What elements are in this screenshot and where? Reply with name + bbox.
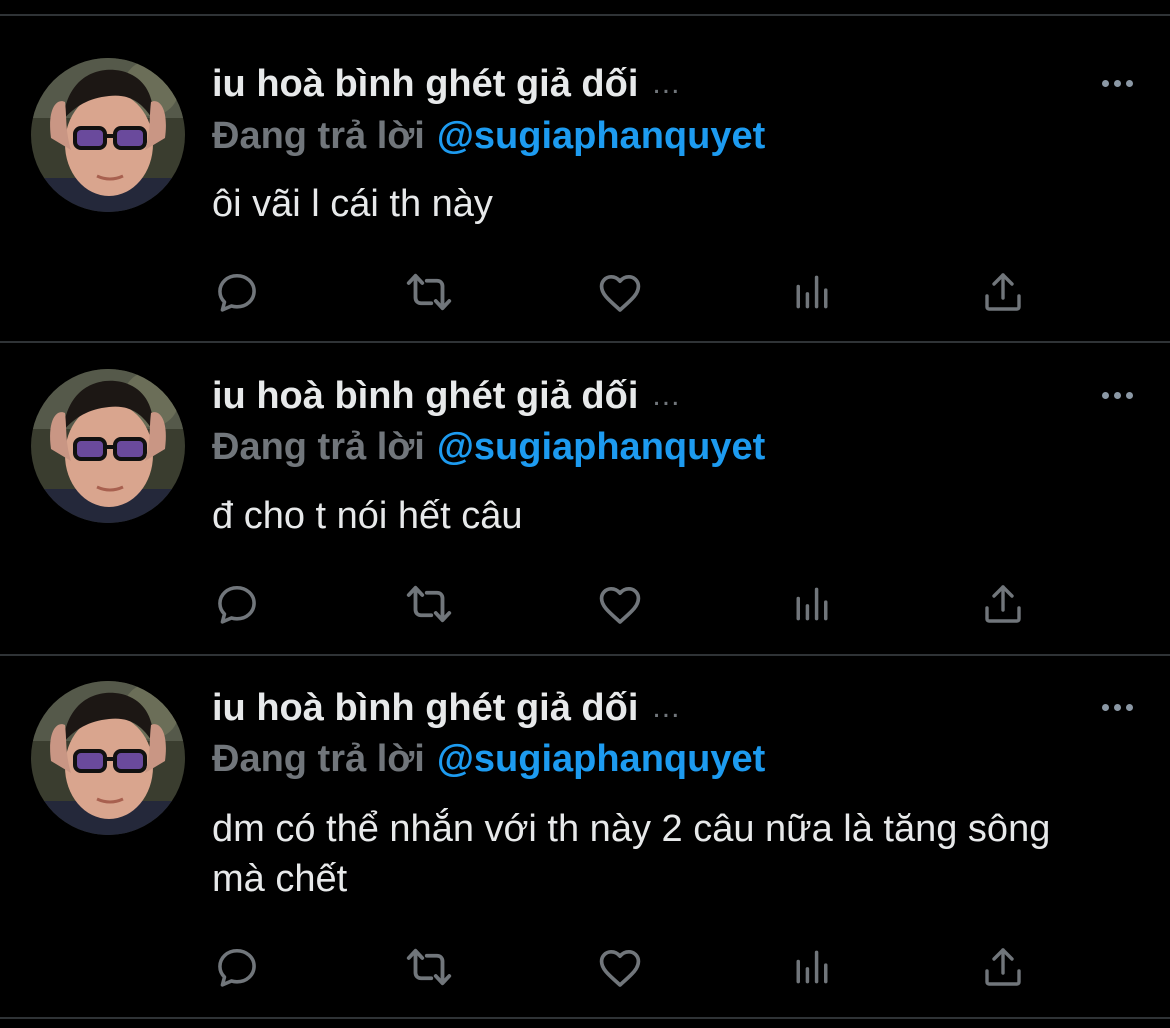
more-icon-dot bbox=[1125, 79, 1133, 87]
heart-icon bbox=[594, 578, 646, 630]
retweet-button[interactable] bbox=[401, 576, 457, 632]
retweet-icon bbox=[402, 940, 456, 994]
retweet-button[interactable] bbox=[401, 939, 457, 995]
reply-icon bbox=[212, 579, 262, 629]
tweet-divider bbox=[0, 1017, 1170, 1019]
views-icon bbox=[790, 945, 834, 989]
more-options-button[interactable] bbox=[1094, 68, 1140, 98]
more-icon-dot bbox=[1113, 391, 1121, 399]
views-button[interactable] bbox=[784, 264, 840, 320]
name-ellipsis: ... bbox=[652, 691, 681, 724]
author-name[interactable]: iu hoà bình ghét giả dối bbox=[212, 375, 638, 418]
name-ellipsis: ... bbox=[652, 379, 681, 412]
heart-icon bbox=[594, 941, 646, 993]
author-row: iu hoà bình ghét giả dối ... bbox=[212, 371, 680, 421]
action-bar bbox=[212, 576, 1042, 632]
avatar[interactable] bbox=[31, 58, 185, 212]
retweet-icon bbox=[402, 577, 456, 631]
avatar-photo bbox=[31, 369, 185, 523]
heart-icon bbox=[594, 266, 646, 318]
tweet-text: đ cho t nói hết câu bbox=[212, 495, 523, 537]
tweet-text: ôi vãi l cái th này bbox=[212, 183, 493, 225]
tweet-text: dm có thể nhắn với th này 2 câu nữa là t… bbox=[212, 808, 1051, 900]
reply-button[interactable] bbox=[209, 576, 265, 632]
share-button[interactable] bbox=[975, 939, 1031, 995]
replying-to-label: Đang trả lời bbox=[212, 114, 425, 157]
share-button[interactable] bbox=[975, 264, 1031, 320]
replying-to: Đang trả lời @sugiaphanquyet bbox=[212, 422, 765, 472]
like-button[interactable] bbox=[592, 939, 648, 995]
reply-icon bbox=[212, 267, 262, 317]
share-icon bbox=[979, 580, 1027, 628]
more-icon-dot bbox=[1125, 391, 1133, 399]
views-button[interactable] bbox=[784, 939, 840, 995]
share-icon bbox=[979, 268, 1027, 316]
retweet-button[interactable] bbox=[401, 264, 457, 320]
views-button[interactable] bbox=[784, 576, 840, 632]
reply-icon bbox=[212, 942, 262, 992]
more-icon bbox=[1101, 391, 1109, 399]
like-button[interactable] bbox=[592, 576, 648, 632]
share-icon bbox=[979, 943, 1027, 991]
avatar-photo bbox=[31, 58, 185, 212]
author-row: iu hoà bình ghét giả dối ... bbox=[212, 59, 680, 109]
action-bar bbox=[212, 939, 1042, 995]
tweet-2[interactable]: iu hoà bình ghét giả dối ... Đang trả lờ… bbox=[0, 343, 1170, 656]
avatar[interactable] bbox=[31, 369, 185, 523]
tweet-3[interactable]: iu hoà bình ghét giả dối ... Đang trả lờ… bbox=[0, 656, 1170, 1019]
like-button[interactable] bbox=[592, 264, 648, 320]
replying-to-label: Đang trả lời bbox=[212, 425, 425, 468]
retweet-icon bbox=[402, 265, 456, 319]
more-options-button[interactable] bbox=[1094, 380, 1140, 410]
avatar-photo bbox=[31, 681, 185, 835]
tweet-1[interactable]: iu hoà bình ghét giả dối ... Đang trả lờ… bbox=[0, 16, 1170, 343]
reply-handle-link[interactable]: @sugiaphanquyet bbox=[437, 426, 765, 469]
avatar[interactable] bbox=[31, 681, 185, 835]
more-icon-dot bbox=[1113, 79, 1121, 87]
more-icon-dot bbox=[1125, 703, 1133, 711]
more-icon-dot bbox=[1113, 703, 1121, 711]
author-row: iu hoà bình ghét giả dối ... bbox=[212, 683, 680, 733]
replying-to: Đang trả lời @sugiaphanquyet bbox=[212, 111, 765, 161]
replying-to: Đang trả lời @sugiaphanquyet bbox=[212, 734, 765, 784]
more-icon bbox=[1101, 79, 1109, 87]
name-ellipsis: ... bbox=[652, 67, 681, 100]
views-icon bbox=[790, 582, 834, 626]
author-name[interactable]: iu hoà bình ghét giả dối bbox=[212, 687, 638, 730]
reply-handle-link[interactable]: @sugiaphanquyet bbox=[437, 738, 765, 781]
views-icon bbox=[790, 270, 834, 314]
more-icon bbox=[1101, 703, 1109, 711]
more-options-button[interactable] bbox=[1094, 692, 1140, 722]
reply-button[interactable] bbox=[209, 939, 265, 995]
share-button[interactable] bbox=[975, 576, 1031, 632]
author-name[interactable]: iu hoà bình ghét giả dối bbox=[212, 63, 638, 106]
reply-handle-link[interactable]: @sugiaphanquyet bbox=[437, 115, 765, 158]
replying-to-label: Đang trả lời bbox=[212, 737, 425, 780]
reply-button[interactable] bbox=[209, 264, 265, 320]
action-bar bbox=[212, 264, 1042, 320]
